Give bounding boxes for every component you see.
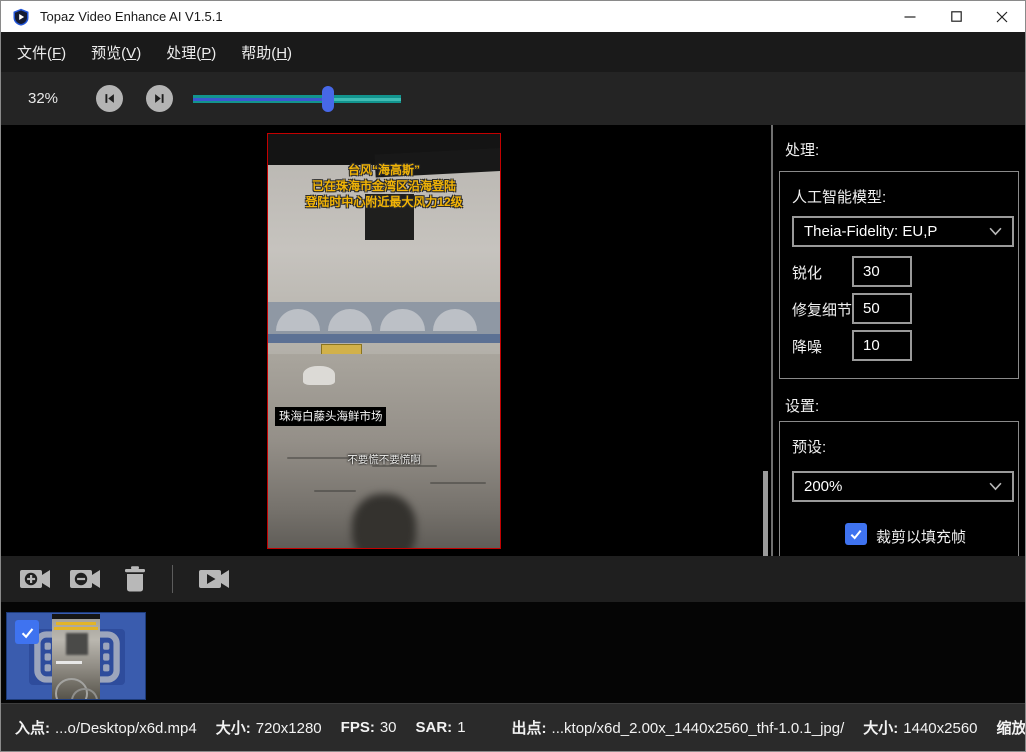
video-preview[interactable]: 台风“海高斯” 已在珠海市金湾区沿海登陆 登陆时中心附近最大风力12级 珠海白藤… xyxy=(267,133,501,549)
timeline-slider[interactable] xyxy=(193,72,401,125)
preset-value: 200% xyxy=(804,478,842,495)
menu-help[interactable]: 帮助(H) xyxy=(239,39,294,66)
app-logo-icon xyxy=(12,8,30,26)
sharpen-input[interactable] xyxy=(852,256,912,287)
remove-video-button[interactable] xyxy=(67,564,103,594)
thumbnail-checkbox[interactable] xyxy=(15,620,39,644)
panel-scrollbar-thumb[interactable] xyxy=(763,471,768,556)
sharpen-label: 锐化 xyxy=(792,262,822,283)
status-fps: FPS:30 xyxy=(341,719,397,736)
ai-model-dropdown[interactable]: Theia-Fidelity: EU,P xyxy=(792,216,1014,247)
window-title: Topaz Video Enhance AI V1.5.1 xyxy=(40,9,223,24)
menu-bar: 文件(F) 预览(V) 处理(P) 帮助(H) xyxy=(1,32,1025,72)
check-icon xyxy=(848,526,864,542)
close-icon xyxy=(996,11,1008,23)
video-subtitle: 不要慌不要慌啊 xyxy=(268,452,500,467)
crop-to-fill-label: 裁剪以填充帧 xyxy=(876,526,966,547)
video-overlay-title: 台风“海高斯” 已在珠海市金湾区沿海登陆 登陆时中心附近最大风力12级 xyxy=(268,162,500,210)
skip-start-icon xyxy=(102,91,117,106)
chevron-down-icon xyxy=(989,482,1002,491)
app-window: Topaz Video Enhance AI V1.5.1 文件(F) 预览(V… xyxy=(0,0,1026,752)
clipbar-separator xyxy=(172,565,173,593)
trash-icon xyxy=(123,565,147,593)
denoise-input[interactable] xyxy=(852,330,912,361)
clip-toolbar xyxy=(1,556,1025,602)
check-icon xyxy=(19,624,36,641)
video-bridge xyxy=(268,302,500,337)
ai-model-group: 人工智能模型: Theia-Fidelity: EU,P 锐化 修复细节 降噪 xyxy=(779,171,1019,379)
process-video-icon xyxy=(197,565,231,593)
process-heading: 处理: xyxy=(785,139,819,160)
maximize-icon xyxy=(951,11,962,22)
settings-panel: 处理: 人工智能模型: Theia-Fidelity: EU,P 锐化 修复细节… xyxy=(773,125,1026,556)
zoom-level-label: 32% xyxy=(28,72,58,125)
thumbnail-frame xyxy=(52,614,100,700)
playback-toolbar: 32% / 357 [ : ] xyxy=(1,72,1025,125)
video-thumbnail-tile[interactable] xyxy=(6,612,146,700)
timeline-remaining xyxy=(328,98,401,101)
title-bar[interactable]: Topaz Video Enhance AI V1.5.1 xyxy=(1,1,1025,32)
restore-detail-input[interactable] xyxy=(852,293,912,324)
menu-file[interactable]: 文件(F) xyxy=(15,39,68,66)
skip-end-icon xyxy=(152,91,167,106)
preview-workspace: 台风“海高斯” 已在珠海市金湾区沿海登陆 登陆时中心附近最大风力12级 珠海白藤… xyxy=(1,125,1025,556)
status-out-size: 大小:1440x2560 xyxy=(863,717,977,738)
remove-video-icon xyxy=(68,565,102,593)
preset-dropdown[interactable]: 200% xyxy=(792,471,1014,502)
thumbnail-strip xyxy=(1,602,1025,703)
skip-to-end-button[interactable] xyxy=(146,85,173,112)
ai-model-value: Theia-Fidelity: EU,P xyxy=(804,223,937,240)
delete-video-button[interactable] xyxy=(120,564,150,594)
restore-detail-label: 修复细节 xyxy=(792,299,852,320)
add-video-button[interactable] xyxy=(17,564,53,594)
timeline-handle[interactable] xyxy=(322,86,334,112)
close-button[interactable] xyxy=(979,1,1025,32)
skip-to-start-button[interactable] xyxy=(96,85,123,112)
preset-label: 预设: xyxy=(792,436,826,457)
add-video-icon xyxy=(18,565,52,593)
crop-to-fill-checkbox[interactable] xyxy=(845,523,867,545)
maximize-button[interactable] xyxy=(933,1,979,32)
video-car xyxy=(303,366,335,385)
preset-group: 预设: 200% 裁剪以填充帧 xyxy=(779,421,1019,556)
timeline-progress xyxy=(193,98,328,101)
minimize-icon xyxy=(904,11,916,23)
minimize-button[interactable] xyxy=(887,1,933,32)
settings-heading: 设置: xyxy=(785,395,819,416)
status-bar: 入点:...o/Desktop/x6d.mp4 大小:720x1280 FPS:… xyxy=(1,703,1025,751)
chevron-down-icon xyxy=(989,227,1002,236)
status-out-point: 出点:...ktop/x6d_2.00x_1440x2560_thf-1.0.1… xyxy=(512,717,845,738)
status-sar: SAR:1 xyxy=(416,719,466,736)
status-in-size: 大小:720x1280 xyxy=(216,717,322,738)
video-location-label: 珠海白藤头海鲜市场 xyxy=(275,407,387,426)
process-video-button[interactable] xyxy=(196,564,232,594)
menu-process[interactable]: 处理(P) xyxy=(164,39,218,66)
denoise-label: 降噪 xyxy=(792,336,822,357)
menu-preview[interactable]: 预览(V) xyxy=(89,39,143,66)
ai-model-label: 人工智能模型: xyxy=(792,186,886,207)
status-in-point: 入点:...o/Desktop/x6d.mp4 xyxy=(15,717,197,738)
status-scale: 缩放:200% xyxy=(997,717,1026,738)
video-debris xyxy=(352,494,417,549)
